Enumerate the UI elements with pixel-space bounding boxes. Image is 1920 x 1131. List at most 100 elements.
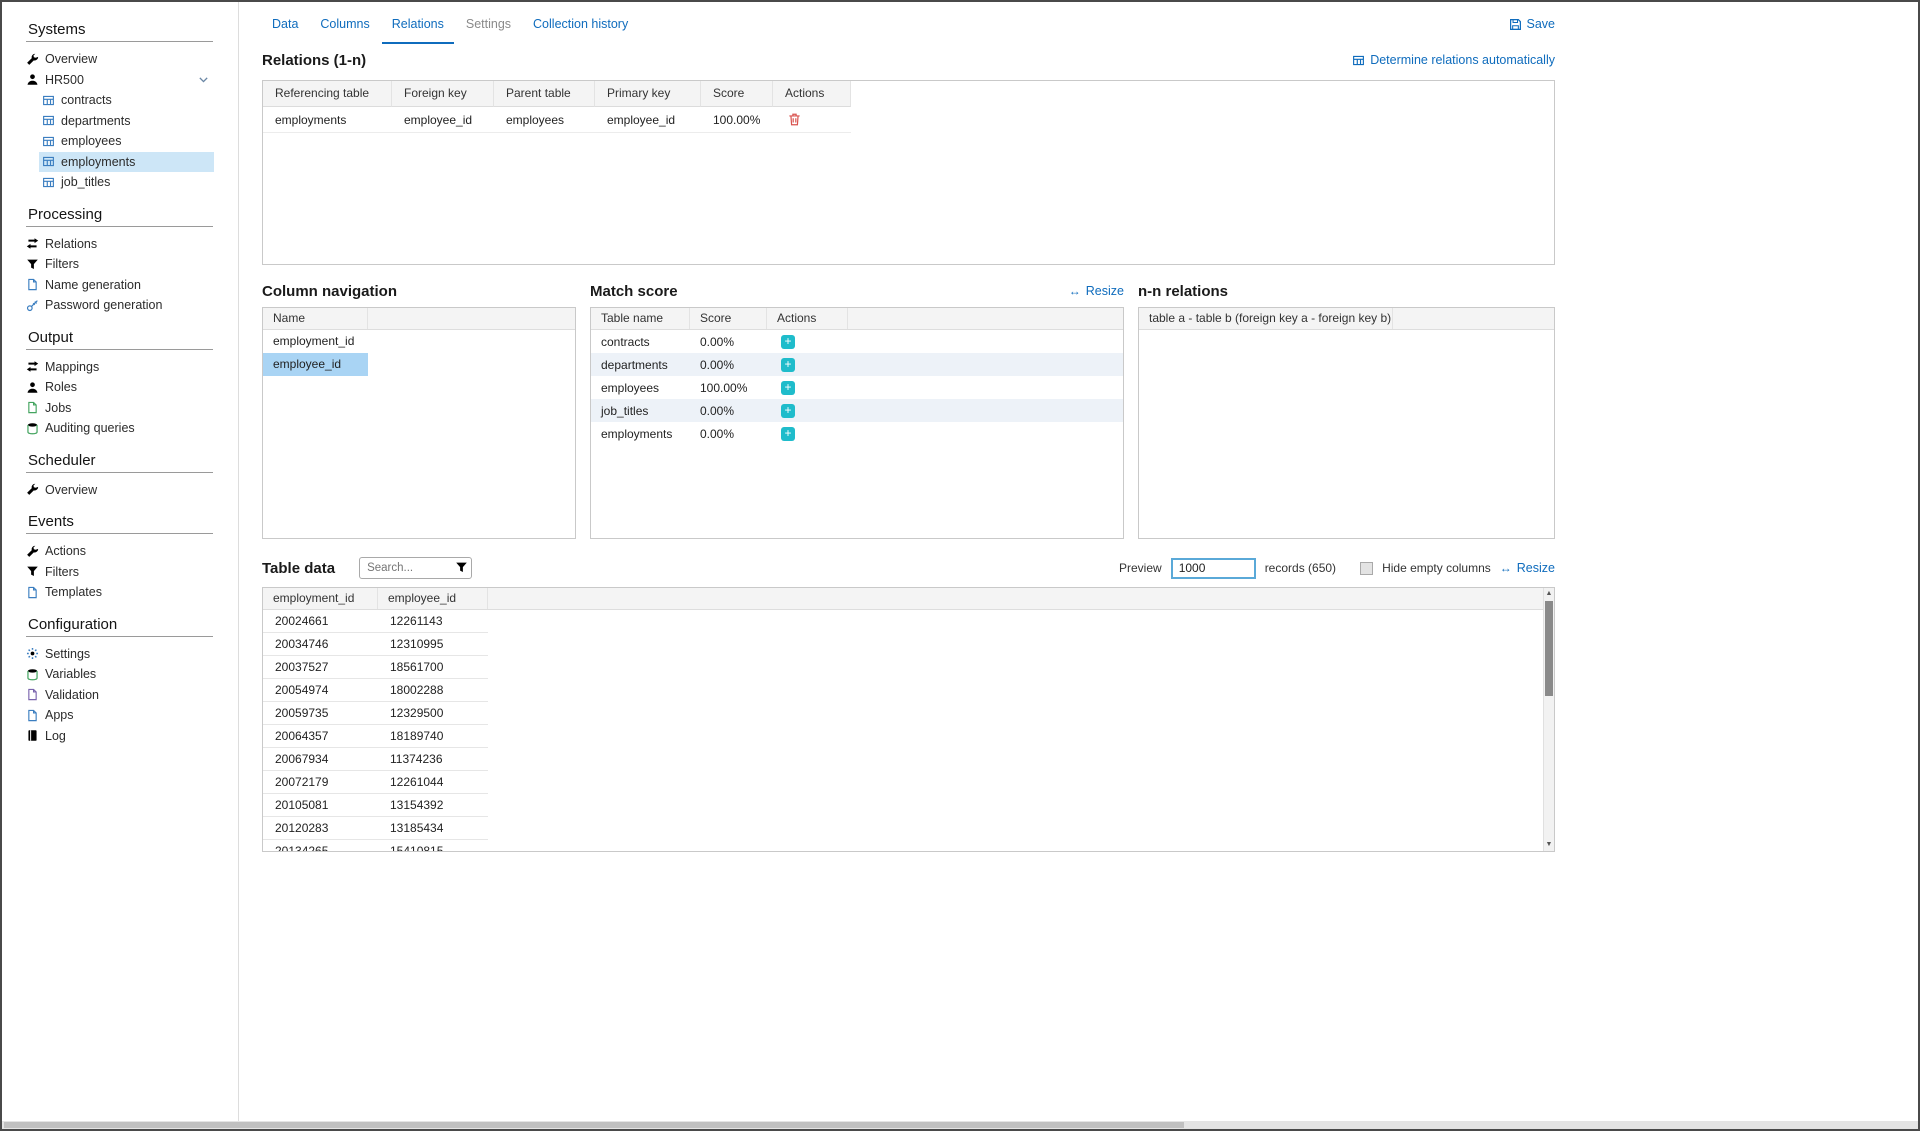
section-divider [26, 349, 213, 350]
table-row: 20067934 11374236 [263, 748, 488, 771]
cell-employment-id: 20054974 [263, 683, 378, 697]
column-header: Name [263, 308, 368, 329]
user-icon [26, 73, 39, 86]
sidebar-item-departments[interactable]: departments [39, 111, 214, 132]
sidebar-item-name-generation[interactable]: Name generation [26, 275, 238, 296]
add-relation-button[interactable] [781, 404, 795, 418]
scroll-up-arrow[interactable]: ▲ [1544, 588, 1554, 600]
column-header: employee_id [378, 588, 488, 609]
arrows-icon [26, 237, 39, 250]
document-icon [26, 586, 39, 599]
sidebar-item-event-filters[interactable]: Filters [26, 562, 238, 583]
sidebar-section-scheduler: Scheduler [28, 452, 214, 469]
wrench-icon [26, 483, 39, 496]
section-divider [26, 226, 213, 227]
tab-data[interactable]: Data [262, 4, 308, 44]
cell-score: 100.00% [690, 381, 767, 395]
match-score-resize-button[interactable]: ↔ Resize [1069, 284, 1124, 298]
column-navigation-panel: Name employment_id employee_id [262, 307, 576, 539]
sidebar-item-relations[interactable]: Relations [26, 234, 238, 255]
sidebar-item-apps[interactable]: Apps [26, 705, 238, 726]
sidebar-item-label: departments [61, 114, 130, 128]
sidebar-item-label: Name generation [45, 278, 141, 292]
tab-columns[interactable]: Columns [310, 4, 379, 44]
resize-icon: ↔ [1500, 562, 1512, 574]
hide-empty-columns-checkbox[interactable] [1360, 562, 1373, 575]
sidebar-item-validation[interactable]: Validation [26, 685, 238, 706]
column-header: Actions [767, 308, 848, 329]
sidebar-item-filters[interactable]: Filters [26, 254, 238, 275]
vertical-scrollbar[interactable]: ▲ ▼ [1543, 588, 1554, 851]
scroll-down-arrow[interactable]: ▼ [1544, 839, 1554, 851]
cell-table-name: contracts [591, 335, 690, 349]
tab-relations[interactable]: Relations [382, 4, 454, 44]
sidebar-item-label: Templates [45, 585, 102, 599]
sidebar-item-employments[interactable]: employments [39, 152, 214, 173]
cell-employment-id: 20059735 [263, 706, 378, 720]
chevron-down-icon[interactable] [197, 73, 210, 86]
filter-funnel-icon[interactable] [455, 561, 468, 574]
scrollbar-thumb[interactable] [1545, 601, 1553, 696]
sidebar-item-log[interactable]: Log [26, 726, 238, 747]
horizontal-scrollbar[interactable] [2, 1121, 1918, 1129]
column-header: Actions [773, 81, 851, 107]
column-nav-row-employment-id[interactable]: employment_id [263, 330, 368, 353]
add-relation-button[interactable] [781, 381, 795, 395]
sidebar-item-auditing-queries[interactable]: Auditing queries [26, 418, 238, 439]
document-icon [26, 401, 39, 414]
sidebar-item-overview[interactable]: Overview [26, 49, 238, 70]
delete-relation-button[interactable] [787, 112, 802, 127]
column-nav-row-employee-id[interactable]: employee_id [263, 353, 368, 376]
sidebar-item-scheduler-overview[interactable]: Overview [26, 480, 238, 501]
wrench-icon [26, 545, 39, 558]
table-row: 20064357 18189740 [263, 725, 488, 748]
relations-section-title: Relations (1-n) [262, 52, 366, 69]
sidebar-item-job-titles[interactable]: job_titles [39, 172, 214, 193]
app-window: Systems Overview HR500 contracts departm… [0, 0, 1920, 1131]
cell-employment-id: 20067934 [263, 752, 378, 766]
sidebar-item-label: Relations [45, 237, 97, 251]
cell-employee-id: 12261044 [378, 775, 488, 789]
cell-score: 0.00% [690, 404, 767, 418]
hide-empty-columns-label: Hide empty columns [1382, 561, 1491, 575]
sidebar-item-actions[interactable]: Actions [26, 541, 238, 562]
sidebar-item-employees[interactable]: employees [39, 131, 214, 152]
relations-table-header: Referencing table Foreign key Parent tab… [263, 81, 1554, 107]
cell-employment-id: 20037527 [263, 660, 378, 674]
sidebar-item-label: Validation [45, 688, 99, 702]
sidebar-item-password-generation[interactable]: Password generation [26, 295, 238, 316]
column-header: table a - table b (foreign key a - forei… [1139, 308, 1393, 329]
table-icon [42, 114, 55, 127]
tab-settings[interactable]: Settings [456, 4, 521, 44]
sidebar-item-settings[interactable]: Settings [26, 644, 238, 665]
gear-icon [26, 647, 39, 660]
save-button[interactable]: Save [1509, 17, 1556, 31]
determine-relations-button[interactable]: Determine relations automatically [1352, 53, 1555, 67]
match-score-row: departments 0.00% [591, 353, 1123, 376]
sidebar-item-mappings[interactable]: Mappings [26, 357, 238, 378]
preview-count-input[interactable] [1171, 558, 1256, 579]
cell-employee-id: 15410815 [378, 844, 488, 852]
add-relation-button[interactable] [781, 358, 795, 372]
sidebar-item-templates[interactable]: Templates [26, 582, 238, 603]
sidebar-section-output: Output [28, 329, 214, 346]
section-divider [26, 41, 213, 42]
scrollbar-thumb[interactable] [4, 1122, 1184, 1128]
table-icon [42, 155, 55, 168]
cell-table-name: employments [591, 427, 690, 441]
column-navigation-title: Column navigation [262, 283, 576, 300]
add-relation-button[interactable] [781, 335, 795, 349]
add-relation-button[interactable] [781, 427, 795, 441]
sidebar-item-roles[interactable]: Roles [26, 377, 238, 398]
table-data-header: employment_id employee_id [263, 588, 1554, 610]
table-data-resize-button[interactable]: ↔ Resize [1500, 561, 1555, 575]
tab-collection-history[interactable]: Collection history [523, 4, 638, 44]
sidebar-item-variables[interactable]: Variables [26, 664, 238, 685]
sidebar-item-label: job_titles [61, 175, 110, 189]
sidebar-item-jobs[interactable]: Jobs [26, 398, 238, 419]
sidebar-item-contracts[interactable]: contracts [39, 90, 214, 111]
sidebar-item-hr500[interactable]: HR500 [26, 70, 214, 91]
table-row: 20105081 13154392 [263, 794, 488, 817]
column-header: Score [690, 308, 767, 329]
sidebar-section-configuration: Configuration [28, 616, 214, 633]
